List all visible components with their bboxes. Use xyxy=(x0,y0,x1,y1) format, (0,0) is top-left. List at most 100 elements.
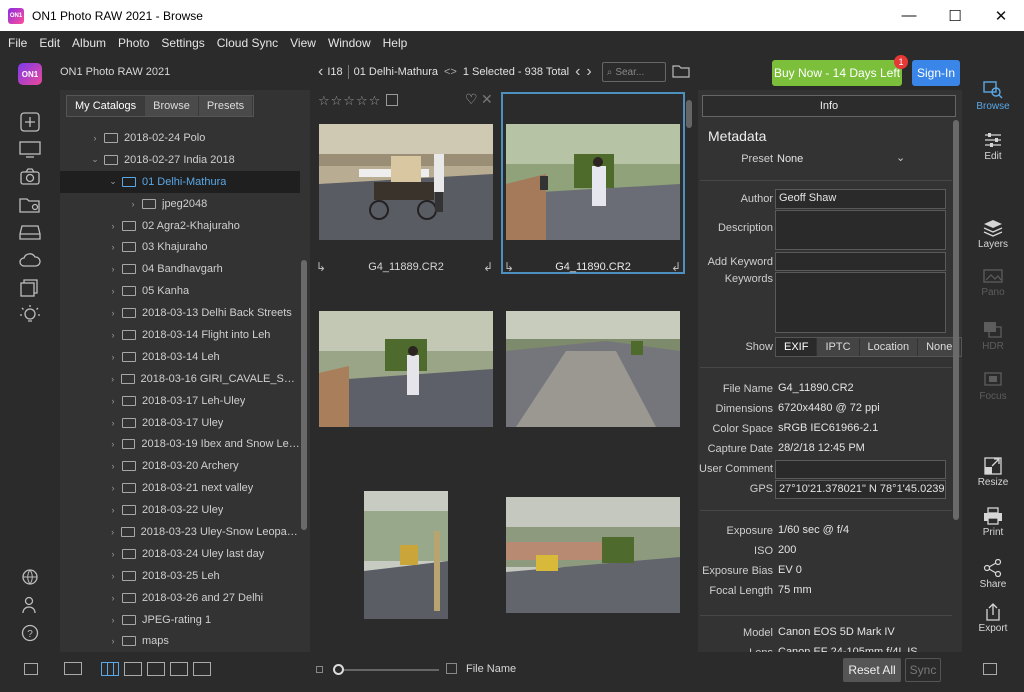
computer-icon[interactable] xyxy=(18,138,42,162)
module-edit[interactable]: Edit xyxy=(962,131,1024,162)
menu-help[interactable]: Help xyxy=(383,36,408,50)
rotate-left-icon[interactable]: ↳ xyxy=(316,260,326,274)
filmstrip-icon[interactable] xyxy=(147,662,165,676)
menu-view[interactable]: View xyxy=(290,36,316,50)
chevron-right-icon[interactable]: › xyxy=(106,308,120,318)
info-scrollbar[interactable] xyxy=(953,120,959,520)
show-exif-button[interactable]: EXIF xyxy=(776,338,818,356)
chevron-right-icon[interactable]: › xyxy=(106,330,120,340)
tree-row[interactable]: › 2018-03-17 Leh-Uley xyxy=(60,390,300,412)
tree-row[interactable]: › 02 Agra2-Khajuraho xyxy=(60,215,300,237)
show-iptc-button[interactable]: IPTC xyxy=(817,338,860,356)
thumbnail-4[interactable] xyxy=(506,311,680,427)
albums-icon[interactable] xyxy=(18,275,42,299)
folder-parent-link[interactable]: I18 xyxy=(327,66,342,78)
tree-row[interactable]: › 2018-03-22 Uley xyxy=(60,499,300,521)
meta-value[interactable] xyxy=(775,460,946,479)
detail-view-icon[interactable] xyxy=(124,662,142,676)
chevron-right-icon[interactable]: › xyxy=(88,133,102,143)
filmstrip-view-icon[interactable] xyxy=(64,662,82,675)
tree-row[interactable]: › maps xyxy=(60,630,300,652)
compare-view-icon[interactable] xyxy=(170,662,188,676)
help-icon[interactable]: ? xyxy=(18,621,42,645)
chevron-right-icon[interactable]: › xyxy=(106,221,120,231)
tree-row[interactable]: › 2018-03-16 GIRI_CAVALE_SNO... xyxy=(60,368,300,390)
minimize-button[interactable]: — xyxy=(886,0,932,31)
close-button[interactable]: ✕ xyxy=(978,0,1024,31)
buy-now-button[interactable]: Buy Now - 14 Days Left xyxy=(772,60,902,86)
module-browse[interactable]: Browse xyxy=(962,81,1024,112)
thumbnail-5[interactable] xyxy=(364,491,448,619)
next-chevron-icon[interactable]: › xyxy=(586,63,591,81)
chevron-down-icon[interactable]: ⌄ xyxy=(106,176,120,187)
tree-row[interactable]: › 2018-03-14 Leh xyxy=(60,346,300,368)
tree-row[interactable]: › 2018-03-13 Delhi Back Streets xyxy=(60,302,300,324)
tree-row[interactable]: › 2018-03-20 Archery xyxy=(60,455,300,477)
menu-file[interactable]: File xyxy=(8,36,27,50)
thumbnail-3[interactable] xyxy=(319,311,493,427)
grid-scrollbar[interactable] xyxy=(686,100,692,128)
menu-album[interactable]: Album xyxy=(72,36,106,50)
rotate-right-icon-2[interactable]: ↲ xyxy=(671,260,681,274)
panel-toggle-left-icon[interactable] xyxy=(24,663,38,675)
tab-browse[interactable]: Browse xyxy=(145,96,199,116)
file-name-checkbox[interactable] xyxy=(446,663,457,674)
tree-row[interactable]: › 03 Khajuraho xyxy=(60,236,300,258)
tree-row[interactable]: › 2018-03-19 Ibex and Snow Leo... xyxy=(60,433,300,455)
map-view-icon[interactable] xyxy=(193,662,211,676)
tree-row[interactable]: › jpeg2048 xyxy=(60,193,300,215)
thumbnail-size-slider-track[interactable] xyxy=(344,669,439,671)
small-thumb-icon[interactable] xyxy=(316,666,323,673)
rotate-right-icon[interactable]: ↲ xyxy=(483,260,493,274)
menu-edit[interactable]: Edit xyxy=(39,36,60,50)
module-share[interactable]: Share xyxy=(962,558,1024,590)
cloud-icon[interactable] xyxy=(18,248,42,272)
smart-icon[interactable] xyxy=(18,303,42,327)
tab-my-catalogs[interactable]: My Catalogs xyxy=(67,96,146,116)
chevron-right-icon[interactable]: › xyxy=(126,199,140,209)
maximize-button[interactable]: ☐ xyxy=(932,0,978,31)
reject-x-icon[interactable]: ✕ xyxy=(481,91,493,108)
tree-row[interactable]: › JPEG-rating 1 xyxy=(60,609,300,631)
chevron-right-icon[interactable]: › xyxy=(106,352,120,362)
chevron-down-icon[interactable]: ⌄ xyxy=(88,154,102,165)
tree-row[interactable]: › 2018-03-17 Uley xyxy=(60,412,300,434)
thumbnail-size-slider[interactable] xyxy=(333,664,344,675)
tree-row[interactable]: › 2018-03-21 next valley xyxy=(60,477,300,499)
tab-presets[interactable]: Presets xyxy=(198,96,254,116)
thumbnail-2[interactable] xyxy=(506,124,680,240)
chevron-right-icon[interactable]: › xyxy=(106,264,120,274)
panel-toggle-right-icon[interactable] xyxy=(983,663,997,675)
thumbnail-6[interactable] xyxy=(506,497,680,613)
tree-row[interactable]: ⌄ 2018-02-27 India 2018 xyxy=(60,149,300,171)
tree-row[interactable]: › 04 Bandhavgarh xyxy=(60,258,300,280)
sign-in-button[interactable]: Sign-In xyxy=(912,60,960,86)
tab-info[interactable]: Info xyxy=(702,95,956,117)
folder-open-icon[interactable] xyxy=(672,64,690,81)
code-view-icon[interactable]: <> xyxy=(444,66,457,78)
chevron-right-icon[interactable]: › xyxy=(106,593,120,603)
description-field[interactable] xyxy=(775,210,946,250)
camera-icon[interactable] xyxy=(18,165,42,189)
meta-value[interactable]: 27°10'21.378021" N 78°1'45.023998 xyxy=(775,480,946,499)
module-export[interactable]: Export xyxy=(962,603,1024,634)
menu-photo[interactable]: Photo xyxy=(118,36,149,50)
module-layers[interactable]: Layers xyxy=(962,219,1024,250)
chevron-right-icon[interactable]: › xyxy=(106,549,120,559)
chevron-right-icon[interactable]: › xyxy=(106,396,120,406)
prev-chevron-icon[interactable]: ‹ xyxy=(575,63,580,81)
add-keyword-field[interactable] xyxy=(775,252,946,271)
preset-select[interactable]: None xyxy=(777,153,803,165)
module-print[interactable]: Print xyxy=(962,507,1024,538)
menu-settings[interactable]: Settings xyxy=(161,36,204,50)
menu-window[interactable]: Window xyxy=(328,36,371,50)
sync-button[interactable]: Sync xyxy=(905,658,941,682)
chevron-right-icon[interactable]: › xyxy=(106,418,120,428)
reset-all-button[interactable]: Reset All xyxy=(843,658,901,682)
chevron-right-icon[interactable]: › xyxy=(106,527,119,537)
chevron-right-icon[interactable]: › xyxy=(106,374,119,384)
chevron-right-icon[interactable]: › xyxy=(106,483,120,493)
globe-icon[interactable] xyxy=(18,565,42,589)
drive-icon[interactable] xyxy=(18,220,42,244)
menu-cloud-sync[interactable]: Cloud Sync xyxy=(217,36,278,50)
